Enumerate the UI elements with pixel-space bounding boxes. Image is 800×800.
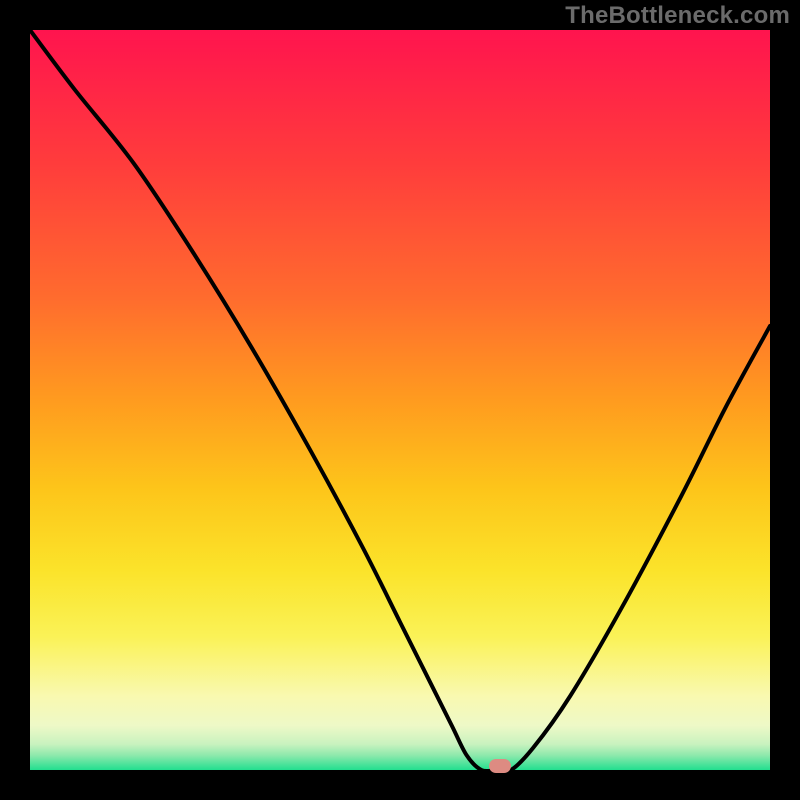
- optimal-point-marker: [489, 759, 511, 773]
- watermark-text: TheBottleneck.com: [565, 2, 790, 30]
- plot-area: [30, 30, 770, 770]
- bottleneck-curve: [30, 30, 770, 770]
